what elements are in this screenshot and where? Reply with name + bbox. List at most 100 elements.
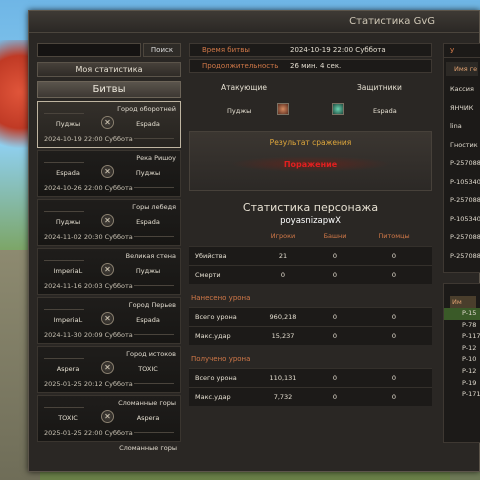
stats-column-headers: Игроки Башни Питомцы bbox=[189, 232, 432, 244]
stats-row-label: Макс.удар bbox=[195, 393, 231, 401]
search-row: Поиск bbox=[37, 43, 181, 57]
duration-label: Продолжительность bbox=[202, 62, 279, 70]
result-box: Результат сражения Поражение bbox=[189, 131, 432, 191]
gvg-stats-window: Статистика GvG Поиск Моя статистика Битв… bbox=[28, 10, 480, 472]
result-value: Поражение bbox=[283, 160, 338, 169]
battle-team-a: ImperiaL bbox=[53, 316, 83, 324]
stats-row-label: Убийства bbox=[195, 252, 227, 260]
window-titlebar[interactable]: Статистика GvG bbox=[29, 11, 479, 33]
stats-row-label: Всего урона bbox=[195, 374, 237, 382]
defender-emblem-icon bbox=[332, 103, 344, 115]
battle-team-b: Пуджы bbox=[135, 267, 161, 275]
my-stats-button[interactable]: Моя статистика bbox=[37, 62, 181, 77]
divider bbox=[134, 334, 174, 335]
battle-time-label: Время битвы bbox=[202, 46, 250, 54]
stats-cell: 21 bbox=[278, 252, 288, 260]
right-panel: У Имя ге Кассия ЯНЧИК lina Гностик P-257088 P… bbox=[443, 43, 480, 467]
battle-team-a: Пуджы bbox=[55, 218, 81, 226]
battle-team-b: Пуджы bbox=[135, 169, 161, 177]
column-pets: Питомцы bbox=[378, 232, 410, 240]
result-title: Результат сражения bbox=[269, 138, 352, 147]
secondary-item[interactable]: P-19 bbox=[444, 378, 480, 390]
stats-cell: 0 bbox=[391, 332, 397, 340]
participant-item[interactable]: P-257088 bbox=[444, 247, 480, 266]
participants-name-column[interactable]: Имя ге bbox=[446, 62, 478, 76]
character-stats-title: Статистика персонажа bbox=[242, 201, 379, 214]
battle-team-b: Espada bbox=[136, 218, 160, 226]
battle-list-item[interactable]: Великая стена ImperiaL ✕ Пуджы 2024-11-16 20… bbox=[37, 248, 181, 295]
column-spacer bbox=[189, 232, 261, 244]
secondary-item[interactable]: P-10 bbox=[444, 354, 480, 366]
secondary-item[interactable]: P-171 bbox=[444, 389, 480, 401]
divider bbox=[44, 260, 84, 261]
participant-item[interactable]: Кассия bbox=[444, 80, 480, 99]
stats-row: Всего урона 110,131 0 0 bbox=[189, 368, 432, 387]
battle-team-b: TOXIC bbox=[138, 365, 158, 373]
divider bbox=[134, 138, 174, 139]
kills-deaths-group: Убийства 21 0 0 Смерти 0 0 0 bbox=[189, 246, 432, 284]
crossed-swords-icon: ✕ bbox=[101, 361, 114, 374]
damage-dealt-header: Нанесено урона bbox=[191, 294, 251, 302]
secondary-panel: Им P-15 P-78 P-117 P-12 P-10 P-12 P-19 P-171 bbox=[443, 283, 480, 443]
participant-item[interactable]: ЯНЧИК bbox=[444, 99, 480, 118]
stats-row: Макс.удар 7,732 0 0 bbox=[189, 387, 432, 406]
battle-list-item[interactable]: Сломанные горы TOXIC ✕ Aspera 2025-01-25 22:… bbox=[37, 395, 181, 442]
secondary-item[interactable]: P-78 bbox=[444, 320, 480, 332]
battle-list-item[interactable]: Горы лебедя Пуджы ✕ Espada 2024-11-02 20:30 … bbox=[37, 199, 181, 246]
search-input[interactable] bbox=[37, 43, 141, 57]
secondary-item[interactable]: P-117 bbox=[444, 331, 480, 343]
battle-list-item-partial[interactable]: Сломанные горы bbox=[37, 444, 181, 452]
battle-date: 2024-10-19 22:00 Суббота bbox=[44, 135, 133, 143]
stats-cell: 0 bbox=[332, 332, 338, 340]
stats-cell: 0 bbox=[391, 374, 397, 382]
battle-team-a: Aspera bbox=[56, 365, 80, 373]
divider bbox=[44, 113, 84, 114]
battle-team-a: ImperiaL bbox=[53, 267, 83, 275]
battle-team-b: Espada bbox=[136, 120, 160, 128]
participant-item[interactable]: P-257088 bbox=[444, 191, 480, 210]
crossed-swords-icon: ✕ bbox=[101, 116, 114, 129]
battle-team-a: TOXIC bbox=[58, 414, 78, 422]
divider bbox=[44, 309, 84, 310]
stats-cell: 15,237 bbox=[271, 332, 295, 340]
window-title: Статистика GvG bbox=[349, 16, 435, 27]
participant-item[interactable]: P-105340 bbox=[444, 210, 480, 229]
left-panel: Поиск Моя статистика Битвы Город оборотн… bbox=[37, 43, 181, 467]
defender-guild: Espada bbox=[373, 107, 397, 115]
divider bbox=[44, 358, 84, 359]
duration-value: 26 мин. 4 сек. bbox=[290, 62, 342, 70]
battle-team-b: Espada bbox=[136, 316, 160, 324]
stats-row-label: Всего урона bbox=[195, 313, 237, 321]
teams-section: Атакующие Защитники Пуджы Espada bbox=[189, 77, 432, 123]
stats-cell: 0 bbox=[391, 393, 397, 401]
participant-item[interactable]: P-257088 bbox=[444, 228, 480, 247]
damage-dealt-group: Всего урона 960,218 0 0 Макс.удар 15,237… bbox=[189, 307, 432, 345]
battle-list-item[interactable]: Река Ришоу Espada ✕ Пуджы 2024-10-26 22:00 С… bbox=[37, 150, 181, 197]
divider bbox=[134, 187, 174, 188]
battle-list-item[interactable]: Город оборотней Пуджы ✕ Espada 2024-10-19 22… bbox=[37, 101, 181, 148]
participant-item[interactable]: P-257088 bbox=[444, 154, 480, 173]
participant-item[interactable]: Гностик bbox=[444, 136, 480, 155]
secondary-item[interactable]: P-12 bbox=[444, 366, 480, 378]
secondary-name-column[interactable]: Им bbox=[450, 296, 476, 308]
battles-header: Битвы bbox=[37, 81, 181, 98]
stats-row-label: Макс.удар bbox=[195, 332, 231, 340]
crossed-swords-icon: ✕ bbox=[101, 410, 114, 423]
battle-list-item[interactable]: Город истоков Aspera ✕ TOXIC 2025-01-25 20:1… bbox=[37, 346, 181, 393]
battle-location: Город Перьев bbox=[128, 301, 176, 309]
participant-item[interactable]: lina bbox=[444, 117, 480, 136]
battle-team-a: Пуджы bbox=[55, 120, 81, 128]
damage-received-header: Получено урона bbox=[191, 355, 251, 363]
secondary-item[interactable]: P-15 bbox=[444, 308, 480, 320]
attacker-guild: Пуджы bbox=[227, 107, 252, 115]
battle-list-item[interactable]: Город Перьев ImperiaL ✕ Espada 2024-11-30 20… bbox=[37, 297, 181, 344]
battle-date: 2025-01-25 22:00 Суббота bbox=[44, 429, 133, 437]
battle-team-a: Espada bbox=[56, 169, 80, 177]
participants-header: У bbox=[444, 44, 480, 58]
secondary-item[interactable]: P-12 bbox=[444, 343, 480, 355]
divider bbox=[134, 383, 174, 384]
participant-item[interactable]: P-105340 bbox=[444, 173, 480, 192]
column-players: Игроки bbox=[270, 232, 296, 240]
search-button[interactable]: Поиск bbox=[143, 43, 181, 57]
attackers-label: Атакующие bbox=[221, 83, 267, 92]
